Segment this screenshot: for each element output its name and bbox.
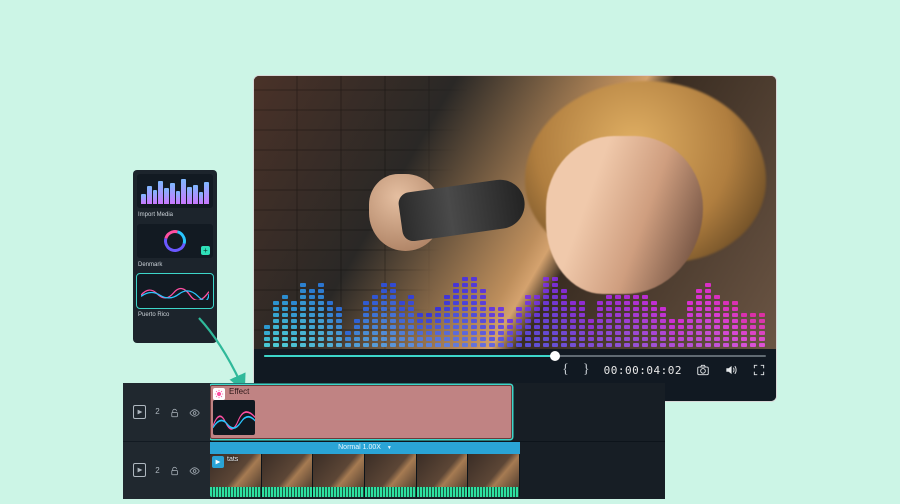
video-clip[interactable]: tats bbox=[210, 454, 520, 498]
effect-clip-label: Effect bbox=[229, 387, 249, 396]
video-thumb bbox=[262, 454, 314, 498]
speed-label: Normal 1.00X bbox=[338, 444, 381, 451]
track-row-effect[interactable]: Effect bbox=[210, 383, 665, 441]
media-browser-panel: Import Media + Denmark Puerto Rico bbox=[133, 170, 217, 343]
media-item-denmark[interactable]: + bbox=[137, 224, 213, 258]
chevron-down-icon[interactable]: ▼ bbox=[387, 445, 392, 451]
track-toggle-icon[interactable] bbox=[133, 405, 146, 419]
preview-window: { } 00:00:04:02 bbox=[253, 75, 777, 402]
mark-in-brace[interactable]: { bbox=[562, 362, 569, 378]
track-row-video[interactable]: Normal 1.00X ▼ tats bbox=[210, 441, 665, 500]
media-item-puerto-rico[interactable] bbox=[137, 274, 213, 308]
progress-playhead[interactable] bbox=[550, 351, 560, 361]
video-badge-icon bbox=[212, 456, 224, 468]
track-header-effect: 2 bbox=[123, 383, 210, 441]
video-thumb bbox=[468, 454, 520, 498]
video-clip-label: tats bbox=[227, 456, 238, 463]
eye-icon[interactable] bbox=[189, 464, 200, 476]
effect-badge-icon bbox=[213, 388, 225, 400]
eye-icon[interactable] bbox=[189, 406, 200, 418]
video-thumb bbox=[365, 454, 417, 498]
lock-icon[interactable] bbox=[169, 406, 180, 418]
volume-icon[interactable] bbox=[724, 363, 738, 377]
track-header-video: 2 bbox=[123, 441, 210, 500]
ring-visualizer-icon bbox=[160, 226, 190, 256]
timecode-display: 00:00:04:02 bbox=[604, 364, 682, 377]
progress-bar[interactable] bbox=[264, 353, 766, 359]
equalizer-thumb-icon bbox=[141, 178, 209, 204]
media-item-label: Denmark bbox=[138, 262, 213, 268]
snapshot-icon[interactable] bbox=[696, 363, 710, 377]
video-thumb bbox=[417, 454, 469, 498]
track-toggle-icon[interactable] bbox=[133, 463, 146, 477]
equalizer-overlay bbox=[264, 287, 765, 347]
clip-speed-bar[interactable]: Normal 1.00X ▼ bbox=[210, 442, 520, 454]
media-item-label: Puerto Rico bbox=[138, 312, 213, 318]
track-number: 2 bbox=[155, 466, 159, 475]
media-item-import[interactable] bbox=[137, 174, 213, 208]
track-number: 2 bbox=[155, 407, 159, 416]
track-headers: 2 2 bbox=[123, 383, 210, 499]
track-body[interactable]: Effect Normal 1.00X ▼ tats bbox=[210, 383, 665, 499]
fullscreen-icon[interactable] bbox=[752, 363, 766, 377]
lock-icon[interactable] bbox=[169, 464, 180, 476]
progress-fill bbox=[264, 355, 555, 357]
effect-clip-thumb bbox=[213, 400, 255, 435]
timeline-panel: 2 2 Effect bbox=[123, 383, 665, 499]
wave-visualizer-icon bbox=[141, 282, 209, 300]
effect-clip[interactable]: Effect bbox=[210, 385, 512, 439]
add-icon[interactable]: + bbox=[201, 246, 210, 255]
video-thumb bbox=[313, 454, 365, 498]
media-item-label: Import Media bbox=[138, 212, 213, 218]
video-canvas[interactable] bbox=[254, 76, 776, 349]
mark-out-brace[interactable]: } bbox=[583, 362, 590, 378]
